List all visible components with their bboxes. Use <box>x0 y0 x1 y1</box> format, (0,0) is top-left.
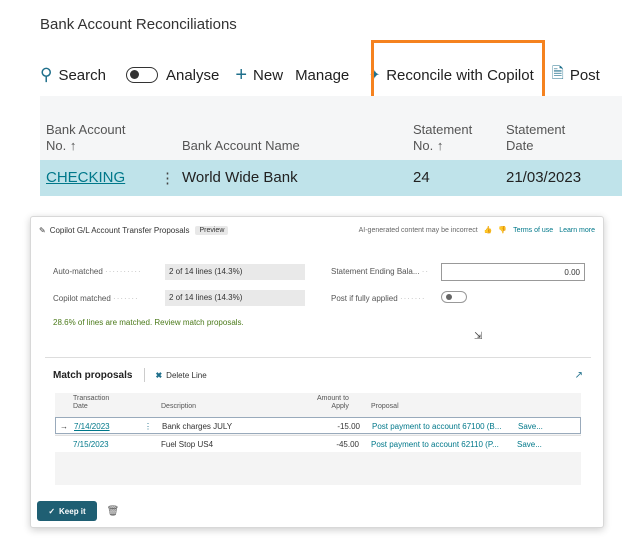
row-save[interactable]: Save... <box>517 440 542 449</box>
manage-label: Manage <box>295 66 350 84</box>
thumbs-down-icon[interactable]: 👎 <box>498 226 507 234</box>
check-icon: ✓ <box>48 506 56 516</box>
row-date[interactable]: 7/15/2023 <box>73 440 109 449</box>
plus-icon: + <box>235 63 248 86</box>
row-date[interactable]: 7/14/2023 <box>74 422 110 431</box>
match-proposals-title: Match proposals <box>53 369 133 381</box>
dialog-title: Copilot G/L Account Transfer Proposals <box>49 225 190 235</box>
proposals-table: Transaction Date Description Amount to A… <box>55 393 581 485</box>
keep-it-label: Keep it <box>59 506 86 516</box>
pencil-icon: ✎ <box>39 225 46 235</box>
post-if-label: Post if fully applied ······· <box>331 294 426 303</box>
col-bank-no[interactable]: Bank Account No. ↑ <box>46 122 126 154</box>
arrow-icon: → <box>60 422 68 431</box>
dialog-header: ✎ Copilot G/L Account Transfer Proposals… <box>31 217 603 243</box>
share-icon[interactable]: ↗ <box>575 370 583 381</box>
row-proposal[interactable]: Post payment to account 62110 (P... <box>371 440 499 449</box>
row-amount: -45.00 <box>336 440 359 449</box>
post-icon: 🗎 <box>551 64 564 82</box>
keep-it-button[interactable]: ✓ Keep it <box>37 501 97 521</box>
delete-line-button[interactable]: ✖ Delete Line <box>155 371 206 380</box>
stmt-date: 21/03/2023 <box>506 169 582 186</box>
th-date: Transaction Date <box>73 395 110 410</box>
th-desc: Description <box>161 403 197 410</box>
new-label: New <box>253 66 284 84</box>
table-row[interactable]: CHECKING ⋮ World Wide Bank 24 21/03/2023 <box>40 160 622 196</box>
learn-more-link[interactable]: Learn more <box>559 227 595 234</box>
col-stmt-date[interactable]: Statement Date <box>506 122 565 154</box>
terms-link[interactable]: Terms of use <box>513 227 553 234</box>
th-amount: Amount to Apply <box>317 395 349 410</box>
preview-badge: Preview <box>195 225 229 235</box>
table-row[interactable]: → 7/14/2023 ⋮ Bank charges JULY -15.00 P… <box>55 417 581 434</box>
page-title: Bank Account Reconciliations <box>40 16 237 33</box>
thumbs-up-icon[interactable]: 👍 <box>484 226 493 234</box>
auto-matched-value: 2 of 14 lines (14.3%) <box>165 264 305 280</box>
search-label: Search <box>58 66 106 84</box>
grid-header: Bank Account No. ↑ Bank Account Name Sta… <box>40 96 622 160</box>
analyse-label: Analyse <box>165 66 220 84</box>
row-save[interactable]: Save... <box>518 422 543 431</box>
search-button[interactable]: ⚲ Search <box>34 56 112 94</box>
bank-name: World Wide Bank <box>182 169 298 186</box>
separator <box>144 368 146 382</box>
row-amount: -15.00 <box>337 422 360 431</box>
post-button[interactable]: 🗎 Post <box>546 56 606 94</box>
post-if-toggle[interactable] <box>441 291 467 303</box>
th-proposal: Proposal <box>371 403 399 410</box>
analyse-toggle[interactable]: Analyse <box>120 56 225 94</box>
toggle-icon <box>125 67 158 83</box>
divider <box>45 357 591 358</box>
col-stmt-no[interactable]: Statement No. ↑ <box>413 122 472 154</box>
post-label: Post <box>569 66 600 84</box>
delete-icon: ✖ <box>155 370 163 380</box>
stmt-no: 24 <box>413 169 430 186</box>
highlight-box <box>371 40 545 104</box>
manage-menu[interactable]: Manage <box>289 56 355 94</box>
match-summary: 28.6% of lines are matched. Review match… <box>53 318 244 327</box>
auto-matched-label: Auto-matched ·········· <box>53 267 142 276</box>
copilot-dialog: ✎ Copilot G/L Account Transfer Proposals… <box>30 216 604 528</box>
bank-no-link[interactable]: CHECKING <box>46 169 125 186</box>
stmt-end-input[interactable]: 0.00 <box>441 263 585 281</box>
search-icon: ⚲ <box>40 65 53 84</box>
disclaimer-text: AI-generated content may be incorrect <box>358 226 478 234</box>
copilot-matched-value: 2 of 14 lines (14.3%) <box>165 290 305 306</box>
copilot-matched-label: Copilot matched ······· <box>53 294 139 303</box>
mouse-cursor-icon: ⇲ <box>474 331 483 342</box>
new-button[interactable]: + New <box>229 56 289 94</box>
row-menu-icon[interactable]: ⋮ <box>160 169 175 187</box>
row-desc: Bank charges JULY <box>162 422 233 431</box>
row-menu-icon[interactable]: ⋮ <box>144 422 152 431</box>
row-desc: Fuel Stop US4 <box>161 440 214 449</box>
table-row[interactable]: 7/15/2023 Fuel Stop US4 -45.00 Post paym… <box>55 435 581 452</box>
trash-icon[interactable]: 🗑 <box>103 501 123 521</box>
row-proposal[interactable]: Post payment to account 67100 (B... <box>372 422 501 431</box>
match-proposals-bar: Match proposals ✖ Delete Line ↗ <box>53 365 583 385</box>
col-bank-name[interactable]: Bank Account Name <box>182 138 300 154</box>
stmt-end-label: Statement Ending Bala... ·· <box>331 267 430 276</box>
